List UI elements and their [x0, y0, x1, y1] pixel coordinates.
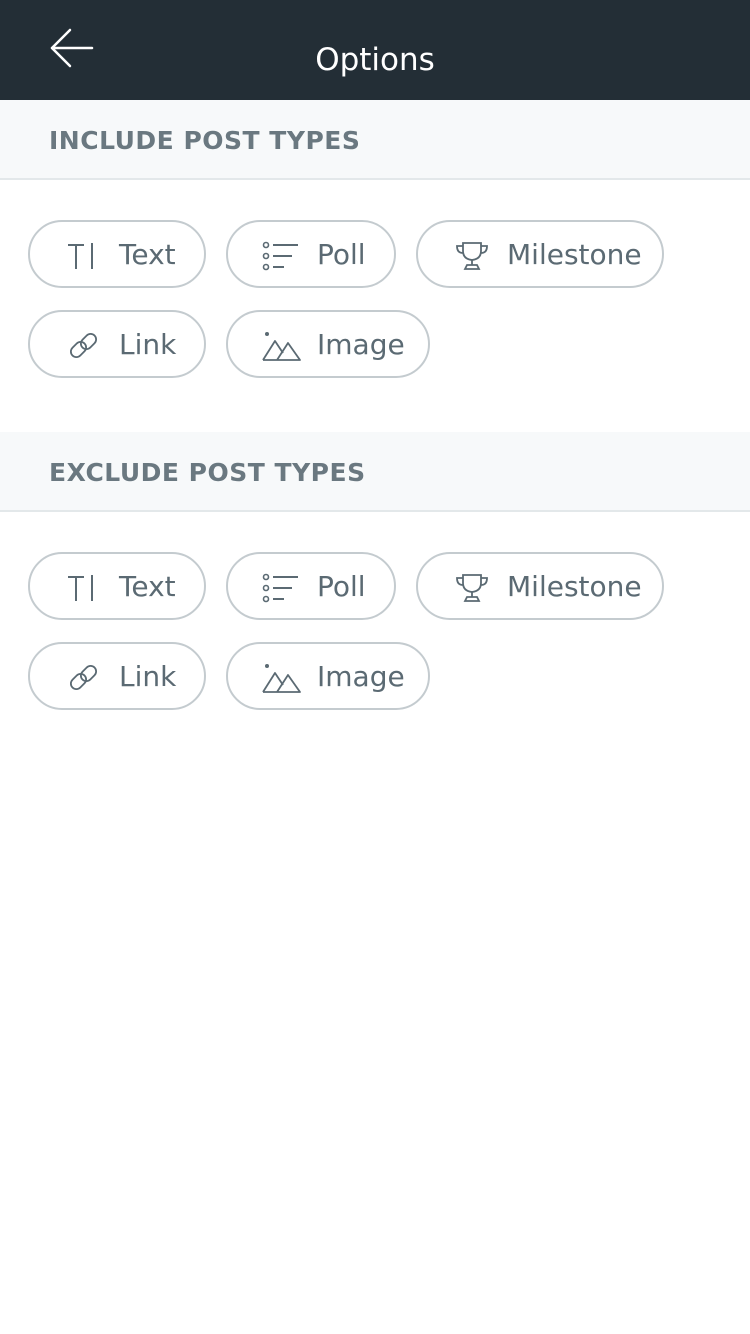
chip-label: Link	[119, 328, 177, 361]
text-icon	[64, 571, 98, 605]
poll-icon	[262, 239, 298, 273]
link-icon	[68, 329, 102, 363]
chip-label: Milestone	[507, 238, 642, 271]
include-chip-group: Text Poll Milestone Link Image	[28, 220, 728, 380]
chip-label: Text	[119, 238, 176, 271]
page-title: Options	[315, 42, 435, 78]
chip-label: Poll	[317, 238, 366, 271]
poll-icon	[262, 571, 298, 605]
include-chip-image[interactable]: Image	[226, 310, 430, 378]
chip-label: Image	[317, 328, 405, 361]
include-chip-text[interactable]: Text	[28, 220, 206, 288]
trophy-icon	[454, 571, 488, 605]
trophy-icon	[454, 239, 488, 273]
exclude-chip-group: Text Poll Milestone Link Image	[28, 552, 728, 712]
exclude-chip-text[interactable]: Text	[28, 552, 206, 620]
chip-label: Poll	[317, 570, 366, 603]
chip-label: Link	[119, 660, 177, 693]
options-screen: Options INCLUDE POST TYPES Text Poll Mil…	[0, 0, 750, 1334]
image-icon	[262, 661, 301, 695]
chip-label: Milestone	[507, 570, 642, 603]
exclude-chip-link[interactable]: Link	[28, 642, 206, 710]
nav-bar: Options	[0, 0, 750, 100]
include-chip-poll[interactable]: Poll	[226, 220, 396, 288]
exclude-section-title: EXCLUDE POST TYPES	[49, 458, 366, 487]
include-chip-link[interactable]: Link	[28, 310, 206, 378]
image-icon	[262, 329, 301, 363]
include-chip-milestone[interactable]: Milestone	[416, 220, 664, 288]
link-icon	[68, 661, 102, 695]
include-section-title: INCLUDE POST TYPES	[49, 126, 361, 155]
chip-label: Text	[119, 570, 176, 603]
text-icon	[64, 239, 98, 273]
chip-label: Image	[317, 660, 405, 693]
exclude-chip-image[interactable]: Image	[226, 642, 430, 710]
exclude-chip-milestone[interactable]: Milestone	[416, 552, 664, 620]
include-section-header: INCLUDE POST TYPES	[0, 100, 750, 180]
exclude-chip-poll[interactable]: Poll	[226, 552, 396, 620]
exclude-section-header: EXCLUDE POST TYPES	[0, 432, 750, 512]
